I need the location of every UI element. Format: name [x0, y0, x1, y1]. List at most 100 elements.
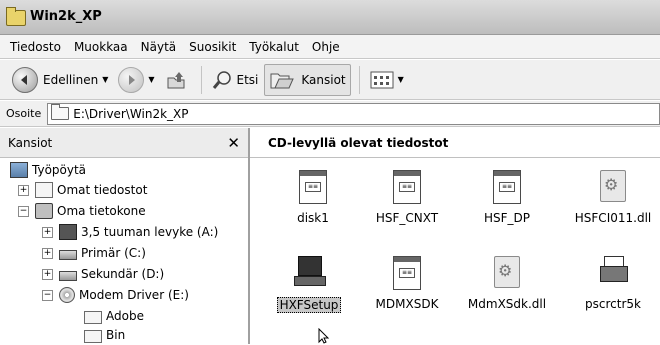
file-item-mdmxsdk-dll[interactable]: MdmXSdk.dll — [462, 256, 552, 311]
setup-app-icon — [294, 256, 326, 286]
forward-button[interactable]: ▼ — [114, 65, 158, 95]
file-name: HXFSetup — [276, 297, 342, 313]
folders-icon — [270, 73, 295, 88]
tree-item-label: Omat tiedostot — [57, 183, 148, 197]
toolbar-divider — [358, 65, 360, 94]
document-icon: ≡≡ — [299, 170, 327, 204]
file-item-disk1[interactable]: ≡≡ disk1 — [268, 170, 358, 225]
tree-item-drive-e[interactable]: − Modem Driver (E:) — [42, 285, 189, 305]
file-list-header: CD-levyllä olevat tiedostot — [250, 128, 660, 158]
file-item-mdmxsdk[interactable]: ≡≡ MDMXSDK — [362, 256, 452, 311]
address-label: Osoite — [6, 107, 42, 120]
tree-item-floppy[interactable]: + 3,5 tuuman levyke (A:) — [42, 222, 218, 242]
tree-item-drive-d[interactable]: + Sekundär (D:) — [42, 264, 164, 284]
views-icon — [370, 71, 394, 88]
tree-item-label: Adobe — [106, 309, 144, 323]
hard-drive-icon — [59, 250, 77, 260]
dll-icon — [600, 170, 626, 202]
tree-item-adobe[interactable]: Adobe — [84, 306, 144, 326]
file-name: disk1 — [297, 211, 329, 225]
folder-icon — [51, 104, 70, 120]
tree-item-bin[interactable]: Bin — [84, 325, 125, 345]
collapse-icon[interactable]: − — [42, 289, 53, 301]
tree-item-desktop[interactable]: Työpöytä — [10, 160, 86, 180]
folder-tree-header: Kansiot ✕ — [0, 128, 248, 158]
tree-item-drive-c[interactable]: + Primär (C:) — [42, 243, 146, 263]
tree-item-my-computer[interactable]: − Oma tietokone — [18, 201, 146, 221]
file-name: HSF_DP — [483, 211, 531, 225]
toolbar: Edellinen ▼ ▼ Etsi Kansiot ▼ — [0, 60, 660, 100]
chevron-down-icon[interactable]: ▼ — [398, 75, 404, 84]
expand-icon[interactable]: + — [42, 268, 53, 280]
search-button-label: Etsi — [236, 72, 259, 87]
menu-file[interactable]: Tiedosto — [10, 40, 61, 54]
file-item-hsf-cnxt[interactable]: ≡≡ HSF_CNXT — [362, 170, 452, 225]
document-icon: ≡≡ — [393, 170, 421, 204]
menu-view[interactable]: Näytä — [141, 40, 177, 54]
document-icon: ≡≡ — [493, 170, 521, 204]
tree-item-label: Bin — [106, 328, 126, 342]
mouse-cursor-icon — [318, 328, 330, 344]
file-item-hxfsetup[interactable]: HXFSetup — [264, 256, 354, 313]
file-name: HSF_CNXT — [375, 211, 439, 225]
expand-icon[interactable]: + — [42, 247, 53, 259]
folder-tree-title: Kansiot — [8, 135, 53, 150]
folder-icon — [84, 311, 102, 324]
tree-item-label: Oma tietokone — [57, 204, 146, 218]
forward-arrow-icon — [118, 66, 145, 93]
desktop-icon — [10, 162, 28, 178]
menu-tools[interactable]: Työkalut — [249, 40, 299, 54]
address-bar: Osoite E:\Driver\Win2k_XP — [0, 101, 660, 127]
cd-drive-icon — [59, 287, 75, 303]
up-folder-icon — [167, 71, 184, 88]
expand-icon[interactable]: + — [42, 226, 53, 238]
my-documents-icon — [35, 182, 53, 198]
close-icon[interactable]: ✕ — [227, 134, 240, 152]
hard-drive-icon — [59, 271, 77, 281]
folder-icon — [6, 7, 26, 26]
file-name: MdmXSdk.dll — [467, 297, 547, 311]
back-button-label: Edellinen — [43, 72, 99, 87]
folders-button-label: Kansiot — [301, 72, 346, 87]
document-icon: ≡≡ — [393, 256, 421, 290]
up-folder-button[interactable] — [161, 65, 193, 95]
expand-icon[interactable]: + — [18, 184, 29, 196]
tree-item-label: Modem Driver (E:) — [79, 288, 189, 302]
title-bar: Win2k_XP — [0, 0, 660, 35]
tree-item-my-documents[interactable]: + Omat tiedostot — [18, 180, 147, 200]
tree-item-label: 3,5 tuuman levyke (A:) — [81, 225, 219, 239]
toolbar-divider — [200, 65, 202, 94]
file-item-hsfci011-dll[interactable]: HSFCI011.dll — [568, 170, 658, 225]
file-name: MDMXSDK — [375, 297, 439, 311]
tree-item-label: Työpöytä — [32, 163, 87, 177]
search-icon — [212, 70, 231, 89]
tree-item-label: Primär (C:) — [81, 246, 146, 260]
folders-button[interactable]: Kansiot — [264, 63, 351, 96]
dll-icon — [494, 256, 520, 288]
chevron-down-icon[interactable]: ▼ — [148, 75, 154, 84]
address-input[interactable]: E:\Driver\Win2k_XP — [47, 102, 660, 125]
views-button[interactable]: ▼ — [366, 65, 408, 95]
collapse-icon[interactable]: − — [18, 205, 29, 217]
menu-help[interactable]: Ohje — [312, 40, 340, 54]
file-name: HSFCI011.dll — [574, 211, 652, 225]
file-item-hsf-dp[interactable]: ≡≡ HSF_DP — [462, 170, 552, 225]
menu-edit[interactable]: Muokkaa — [74, 40, 128, 54]
file-list-pane: CD-levyllä olevat tiedostot ≡≡ disk1 ≡≡ … — [250, 128, 660, 344]
file-name: pscrctr5k — [585, 297, 641, 311]
chevron-down-icon[interactable]: ▼ — [102, 75, 108, 84]
search-button[interactable]: Etsi — [208, 65, 263, 95]
folder-icon — [84, 330, 102, 343]
floppy-drive-icon — [59, 224, 77, 240]
back-button[interactable]: Edellinen ▼ — [8, 65, 112, 95]
printer-icon — [598, 256, 628, 286]
file-item-pscrctr5k[interactable]: pscrctr5k — [568, 256, 658, 311]
menu-favorites[interactable]: Suosikit — [189, 40, 236, 54]
my-computer-icon — [35, 203, 53, 219]
tree-item-label: Sekundär (D:) — [81, 267, 165, 281]
back-arrow-icon — [12, 66, 38, 93]
window-title: Win2k_XP — [30, 9, 102, 24]
folder-tree-pane: Kansiot ✕ Työpöytä + Omat tiedostot − Om… — [0, 128, 250, 344]
address-value: E:\Driver\Win2k_XP — [73, 106, 189, 121]
menu-bar: Tiedosto Muokkaa Näytä Suosikit Työkalut… — [0, 35, 660, 59]
